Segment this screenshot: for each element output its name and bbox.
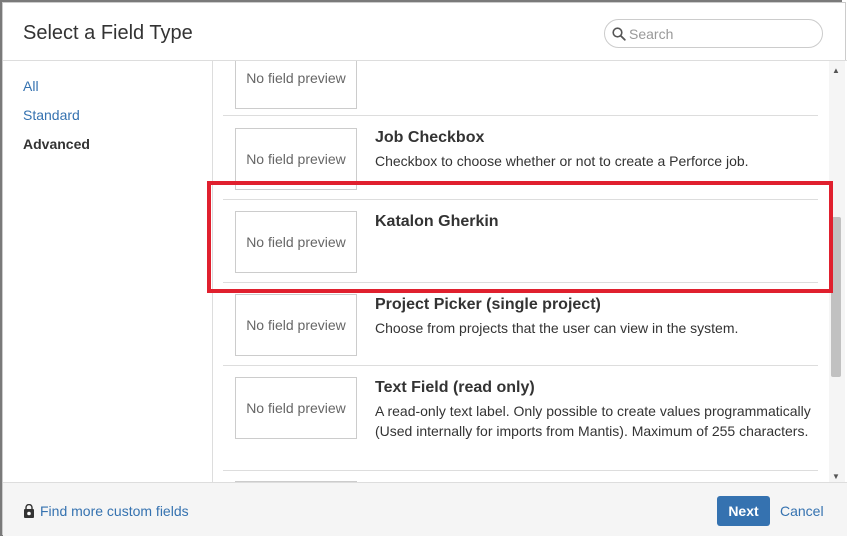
- dialog-title: Select a Field Type: [23, 22, 193, 44]
- sidebar-item-standard[interactable]: Standard: [23, 107, 80, 123]
- field-title: Job Checkbox: [375, 129, 485, 146]
- field-title: Project Picker (single project): [375, 296, 601, 313]
- field-title: Text Field (read only): [375, 379, 535, 396]
- find-more-custom-fields-link[interactable]: Find more custom fields: [23, 503, 189, 519]
- dialog-header: Select a Field Type: [3, 3, 847, 61]
- field-preview: No field preview: [235, 61, 357, 109]
- search-icon: [612, 27, 626, 41]
- sidebar-item-all[interactable]: All: [23, 78, 39, 94]
- annotation-highlight-box: [207, 181, 833, 293]
- field-description: Checkbox to choose whether or not to cre…: [375, 153, 749, 169]
- field-preview: No field preview: [235, 294, 357, 356]
- field-description: Choose from projects that the user can v…: [375, 320, 739, 336]
- next-button[interactable]: Next: [717, 496, 770, 526]
- list-item[interactable]: [223, 471, 818, 482]
- field-preview: No field preview: [235, 377, 357, 439]
- search-box[interactable]: [604, 19, 823, 48]
- dialog-footer: Find more custom fields Next Cancel: [3, 482, 847, 536]
- field-description: A read-only text label. Only possible to…: [375, 403, 811, 439]
- list-item[interactable]: No field preview Text Field (read only) …: [223, 366, 818, 470]
- scroll-down-icon[interactable]: ▼: [832, 472, 840, 481]
- find-more-label: Find more custom fields: [40, 503, 189, 519]
- shopping-bag-icon: [24, 503, 34, 518]
- category-sidebar: All Standard Advanced: [3, 61, 213, 482]
- scroll-up-icon[interactable]: ▲: [832, 66, 840, 75]
- list-item[interactable]: No field preview: [223, 61, 818, 114]
- cancel-button[interactable]: Cancel: [780, 503, 824, 519]
- search-input[interactable]: [629, 24, 814, 44]
- list-item[interactable]: No field preview Project Picker (single …: [223, 283, 818, 365]
- sidebar-item-advanced[interactable]: Advanced: [23, 136, 90, 152]
